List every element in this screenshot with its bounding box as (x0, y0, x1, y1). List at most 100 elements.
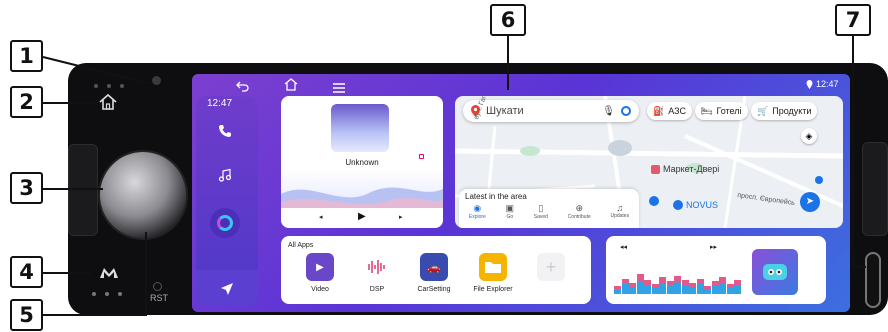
navigation-button[interactable] (196, 270, 258, 306)
chip-gas[interactable]: ⛽ АЗС (647, 102, 692, 120)
tab-explore-label: Explore (468, 214, 486, 220)
usb-port[interactable] (865, 252, 881, 308)
music-widget[interactable]: Unknown ◂ ▶ ▸ (281, 96, 443, 228)
callout-7: 7 (835, 4, 871, 36)
menu-button[interactable] (333, 80, 345, 93)
video-app-label: Video (311, 286, 329, 293)
callout-line (507, 34, 509, 90)
carsetting-app-label: CarSetting (417, 286, 451, 293)
place-label: Маркет-Двері (663, 164, 720, 174)
indicator-dot (92, 292, 96, 296)
phone-button[interactable] (218, 124, 232, 138)
plus-icon: + (545, 256, 557, 277)
voice-assistant-button[interactable] (210, 208, 240, 238)
eq-bar (621, 278, 629, 294)
gas-station-icon: ⛽ (653, 105, 665, 116)
home-nav-button[interactable] (284, 78, 298, 91)
eq-bar (689, 282, 696, 294)
directions-button[interactable]: ➤ (800, 192, 820, 212)
tab-go-label: Go (506, 214, 514, 220)
next-icon: ▸ (399, 214, 403, 221)
fast-forward-icon: ▸▸ (710, 244, 718, 251)
callout-line (43, 314, 147, 316)
home-icon (99, 93, 117, 110)
play-icon: ▶ (358, 211, 366, 222)
indicator-dot (107, 84, 111, 88)
hotel-bed-icon: 🛏 (701, 105, 713, 116)
map-widget[interactable]: Шукати 🎙 ⛽ АЗС 🛏 Готелі 🛒 Продукти ◈ Маркет… (455, 96, 843, 228)
callout-4: 4 (10, 256, 43, 288)
poi-marker[interactable]: NOVUS (673, 200, 718, 210)
tab-contribute[interactable]: ⊕ Contribute (568, 203, 591, 228)
eq-bar (659, 277, 666, 294)
carsetting-app-icon[interactable]: 🚗 (420, 253, 448, 281)
dsp-app-icon[interactable] (363, 253, 391, 281)
back-icon (236, 81, 249, 92)
chip-hotels-label: Готелі (716, 106, 742, 116)
eq-bar (629, 282, 636, 294)
music-note-icon (218, 168, 232, 182)
indicator-dot (105, 292, 109, 296)
eq-bar (719, 277, 726, 294)
car-icon: ▣ (505, 203, 515, 213)
add-app-button[interactable]: + (537, 253, 565, 281)
map-pin-icon (815, 176, 823, 184)
map-search-placeholder: Шукати (486, 105, 524, 117)
previous-button[interactable]: ◂ (319, 213, 323, 221)
place-marker[interactable]: Маркет-Двері (651, 164, 719, 174)
fast-forward-button[interactable]: ▸▸ (710, 243, 717, 251)
eq-bar (704, 285, 711, 294)
callout-line (43, 102, 98, 104)
rewind-icon: ◂◂ (620, 244, 628, 251)
right-side-bracket (862, 142, 888, 236)
favorite-icon[interactable] (419, 154, 424, 159)
m-logo-icon (100, 268, 118, 278)
status-time: 12:47 (816, 79, 839, 89)
tab-go[interactable]: ▣ Go (506, 203, 515, 228)
microphone-hole (152, 76, 161, 85)
voice-assistant-icon (217, 215, 233, 231)
back-button[interactable] (236, 79, 250, 92)
home-button[interactable] (96, 92, 120, 112)
eq-bar (666, 281, 674, 294)
rewind-button[interactable]: ◂◂ (620, 243, 627, 251)
shop-icon (673, 200, 683, 210)
play-button[interactable]: ▶ (358, 211, 366, 222)
eq-bar (734, 280, 741, 294)
explore-sheet[interactable]: Latest in the area ◉ Explore ▣ Go ▯ Saved ⊕… (459, 189, 639, 228)
next-button[interactable]: ▸ (399, 213, 403, 221)
callout-line (145, 232, 147, 314)
tab-explore[interactable]: ◉ Explore (469, 203, 486, 228)
account-icon[interactable] (621, 106, 631, 116)
eq-bar (636, 274, 644, 294)
file-explorer-app-label: File Explorer (473, 286, 513, 293)
rst-label: RST (150, 293, 168, 303)
reset-hole[interactable] (153, 282, 162, 291)
microphone-icon[interactable]: 🎙 (602, 106, 615, 117)
video-app-icon[interactable]: ▶ (306, 253, 334, 281)
tab-updates[interactable]: ♫ Updates (610, 203, 629, 228)
album-art (331, 104, 389, 152)
robot-face-icon (763, 264, 787, 280)
callout-line (852, 36, 854, 268)
assistant-app-tile[interactable] (752, 249, 798, 295)
tab-saved-label: Saved (533, 214, 548, 220)
map-search-bar[interactable]: Шукати 🎙 (463, 100, 639, 122)
callout-3: 3 (10, 172, 43, 204)
chip-gas-label: АЗС (668, 106, 686, 116)
volume-knob[interactable] (98, 150, 188, 240)
layers-button[interactable]: ◈ (801, 128, 817, 144)
callout-5: 5 (10, 299, 43, 331)
previous-icon: ◂ (319, 214, 323, 221)
map-bottom-tabs: ◉ Explore ▣ Go ▯ Saved ⊕ Contribute ♫ Updates (459, 203, 639, 228)
chip-hotels[interactable]: 🛏 Готелі (695, 102, 748, 120)
indicator-dot (94, 84, 98, 88)
tab-saved[interactable]: ▯ Saved (534, 203, 548, 228)
music-button[interactable] (218, 168, 232, 182)
chip-groceries[interactable]: 🛒 Продукти (751, 102, 818, 120)
navigation-arrow-icon (221, 283, 233, 295)
eq-bar (644, 280, 651, 294)
file-explorer-app-icon[interactable] (479, 253, 507, 281)
bell-icon: ♫ (616, 203, 624, 213)
equalizer-widget[interactable]: ◂◂ ▸▸ (606, 236, 826, 304)
